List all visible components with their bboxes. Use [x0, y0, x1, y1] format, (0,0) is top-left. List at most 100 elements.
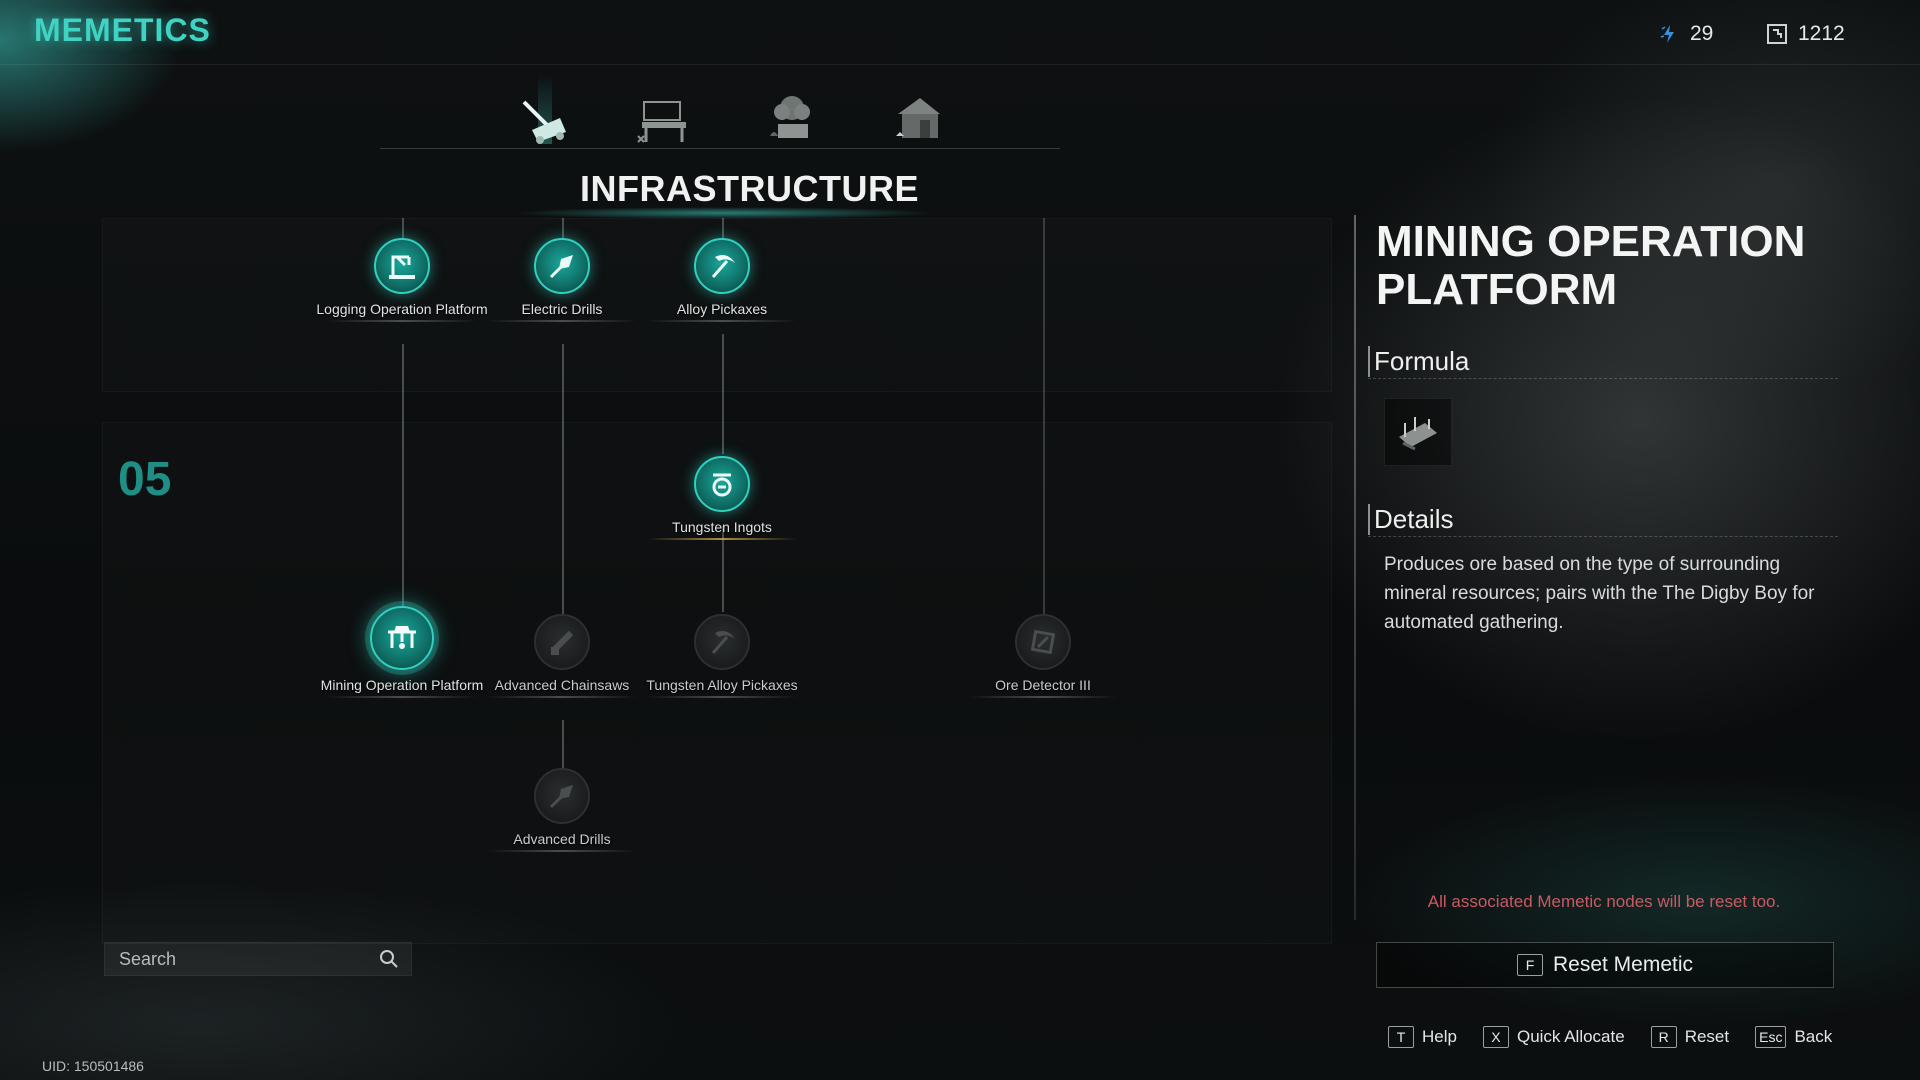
crane-icon	[389, 255, 415, 279]
node-icon-frame	[374, 238, 430, 294]
section-title: INFRASTRUCTURE	[580, 168, 919, 209]
detail-title: MINING OPERATION PLATFORM	[1376, 217, 1806, 314]
connector	[562, 720, 564, 770]
node-icon-frame	[534, 614, 590, 670]
node-underbar	[968, 696, 1118, 698]
keybind-r: R	[1650, 1026, 1677, 1048]
node-icon-frame	[694, 238, 750, 294]
drill-machine-icon	[522, 100, 566, 144]
tier-number: 05	[118, 453, 172, 506]
user-id: UID: 150501486	[42, 1058, 144, 1074]
header-divider	[0, 64, 1920, 65]
node-advanced-drills[interactable]: Advanced Drills	[472, 768, 652, 852]
search-input[interactable]	[117, 947, 379, 971]
node-label: Advanced Drills	[513, 831, 611, 847]
node-icon-frame	[370, 606, 434, 670]
chainsaw-icon	[550, 630, 574, 655]
hint-label: Reset	[1684, 1027, 1730, 1046]
reset-hint[interactable]: R Reset	[1650, 1026, 1730, 1048]
pickaxe-icon	[711, 631, 735, 654]
data-chip-icon	[1766, 23, 1788, 45]
node-ore-detector[interactable]: Ore Detector III	[953, 614, 1133, 698]
back-hint[interactable]: Esc Back	[1755, 1026, 1832, 1048]
key-hints: T Help X Quick Allocate R Reset Esc Back	[1370, 1026, 1832, 1048]
drill-icon	[549, 255, 573, 279]
memetic-points-value: 29	[1690, 22, 1714, 45]
details-rule	[1368, 536, 1838, 537]
details-heading: Details	[1368, 504, 1453, 535]
detail-description: Produces ore based on the type of surrou…	[1384, 554, 1815, 633]
search-bar	[104, 942, 412, 976]
data-chip-counter: 1212	[1766, 22, 1845, 46]
node-underbar	[487, 850, 637, 852]
planter-icon	[770, 96, 810, 138]
hint-label: Back	[1794, 1027, 1833, 1046]
connector	[722, 334, 724, 454]
tab-infrastructure[interactable]	[510, 74, 580, 150]
node-underbar	[647, 320, 797, 322]
node-underbar	[647, 538, 797, 540]
connector	[562, 344, 564, 614]
keybind-t: T	[1388, 1026, 1414, 1048]
mining-platform-blueprint-icon	[1399, 417, 1437, 451]
tab-crafting[interactable]	[630, 90, 700, 150]
node-alloy-pickaxes[interactable]: Alloy Pickaxes	[632, 238, 812, 322]
app-title: MEMETICS	[34, 12, 211, 48]
node-label: Advanced Chainsaws	[494, 677, 630, 693]
node-label: Electric Drills	[521, 301, 603, 317]
detector-icon	[1030, 629, 1056, 655]
ingot-icon	[712, 473, 732, 497]
keybind-esc: Esc	[1755, 1026, 1787, 1048]
house-icon	[896, 98, 940, 138]
tabs-underline	[380, 148, 1060, 149]
node-icon-frame	[534, 238, 590, 294]
node-tungsten-ingots[interactable]: Tungsten Ingots	[632, 456, 812, 540]
node-icon-frame	[1015, 614, 1071, 670]
node-label: Tungsten Alloy Pickaxes	[646, 677, 798, 693]
node-label: Tungsten Ingots	[672, 519, 772, 535]
keybind-x: X	[1482, 1026, 1509, 1048]
tab-farming[interactable]	[758, 90, 828, 150]
node-mining-operation-platform[interactable]: Mining Operation Platform	[312, 606, 492, 698]
node-tungsten-alloy-pickaxes[interactable]: Tungsten Alloy Pickaxes	[632, 614, 812, 698]
hint-label: Help	[1422, 1027, 1457, 1046]
node-icon-frame	[694, 456, 750, 512]
reset-memetic-label: Reset Memetic	[1552, 953, 1694, 976]
node-underbar	[487, 696, 637, 698]
search-icon[interactable]	[379, 949, 399, 969]
reset-memetic-button[interactable]: F Reset Memetic	[1376, 942, 1834, 988]
node-underbar	[647, 696, 797, 698]
workbench-icon	[637, 101, 686, 143]
tab-housing[interactable]	[884, 90, 954, 150]
node-icon-frame	[694, 614, 750, 670]
node-label: Alloy Pickaxes	[676, 301, 768, 317]
data-chip-value: 1212	[1798, 22, 1845, 45]
drill-icon	[549, 785, 573, 809]
keybind-f: F	[1516, 954, 1543, 976]
connector	[1043, 218, 1045, 458]
formula-rule	[1368, 378, 1838, 379]
node-label: Logging Operation Platform	[316, 301, 488, 317]
node-icon-frame	[534, 768, 590, 824]
category-tabs	[490, 74, 1050, 152]
help-hint[interactable]: T Help	[1388, 1026, 1457, 1048]
pickaxe-icon	[711, 255, 735, 278]
node-label: Mining Operation Platform	[320, 677, 484, 693]
connector	[1043, 458, 1045, 614]
node-logging-operation-platform[interactable]: Logging Operation Platform	[312, 238, 492, 322]
memetic-points-icon	[1658, 23, 1680, 45]
reset-warning: All associated Memetic nodes will be res…	[1427, 892, 1781, 911]
mining-rig-icon	[388, 626, 416, 649]
node-label: Ore Detector III	[995, 677, 1091, 693]
hint-label: Quick Allocate	[1516, 1027, 1625, 1046]
formula-slot[interactable]	[1384, 398, 1452, 466]
node-underbar	[487, 320, 637, 322]
connector	[402, 344, 404, 606]
node-underbar	[327, 320, 477, 322]
node-advanced-chainsaws[interactable]: Advanced Chainsaws	[472, 614, 652, 698]
node-electric-drills[interactable]: Electric Drills	[472, 238, 652, 322]
quick-allocate-hint[interactable]: X Quick Allocate	[1482, 1026, 1625, 1048]
node-underbar	[327, 696, 477, 698]
formula-heading: Formula	[1368, 346, 1469, 377]
memetic-points-counter: 29	[1658, 22, 1713, 46]
